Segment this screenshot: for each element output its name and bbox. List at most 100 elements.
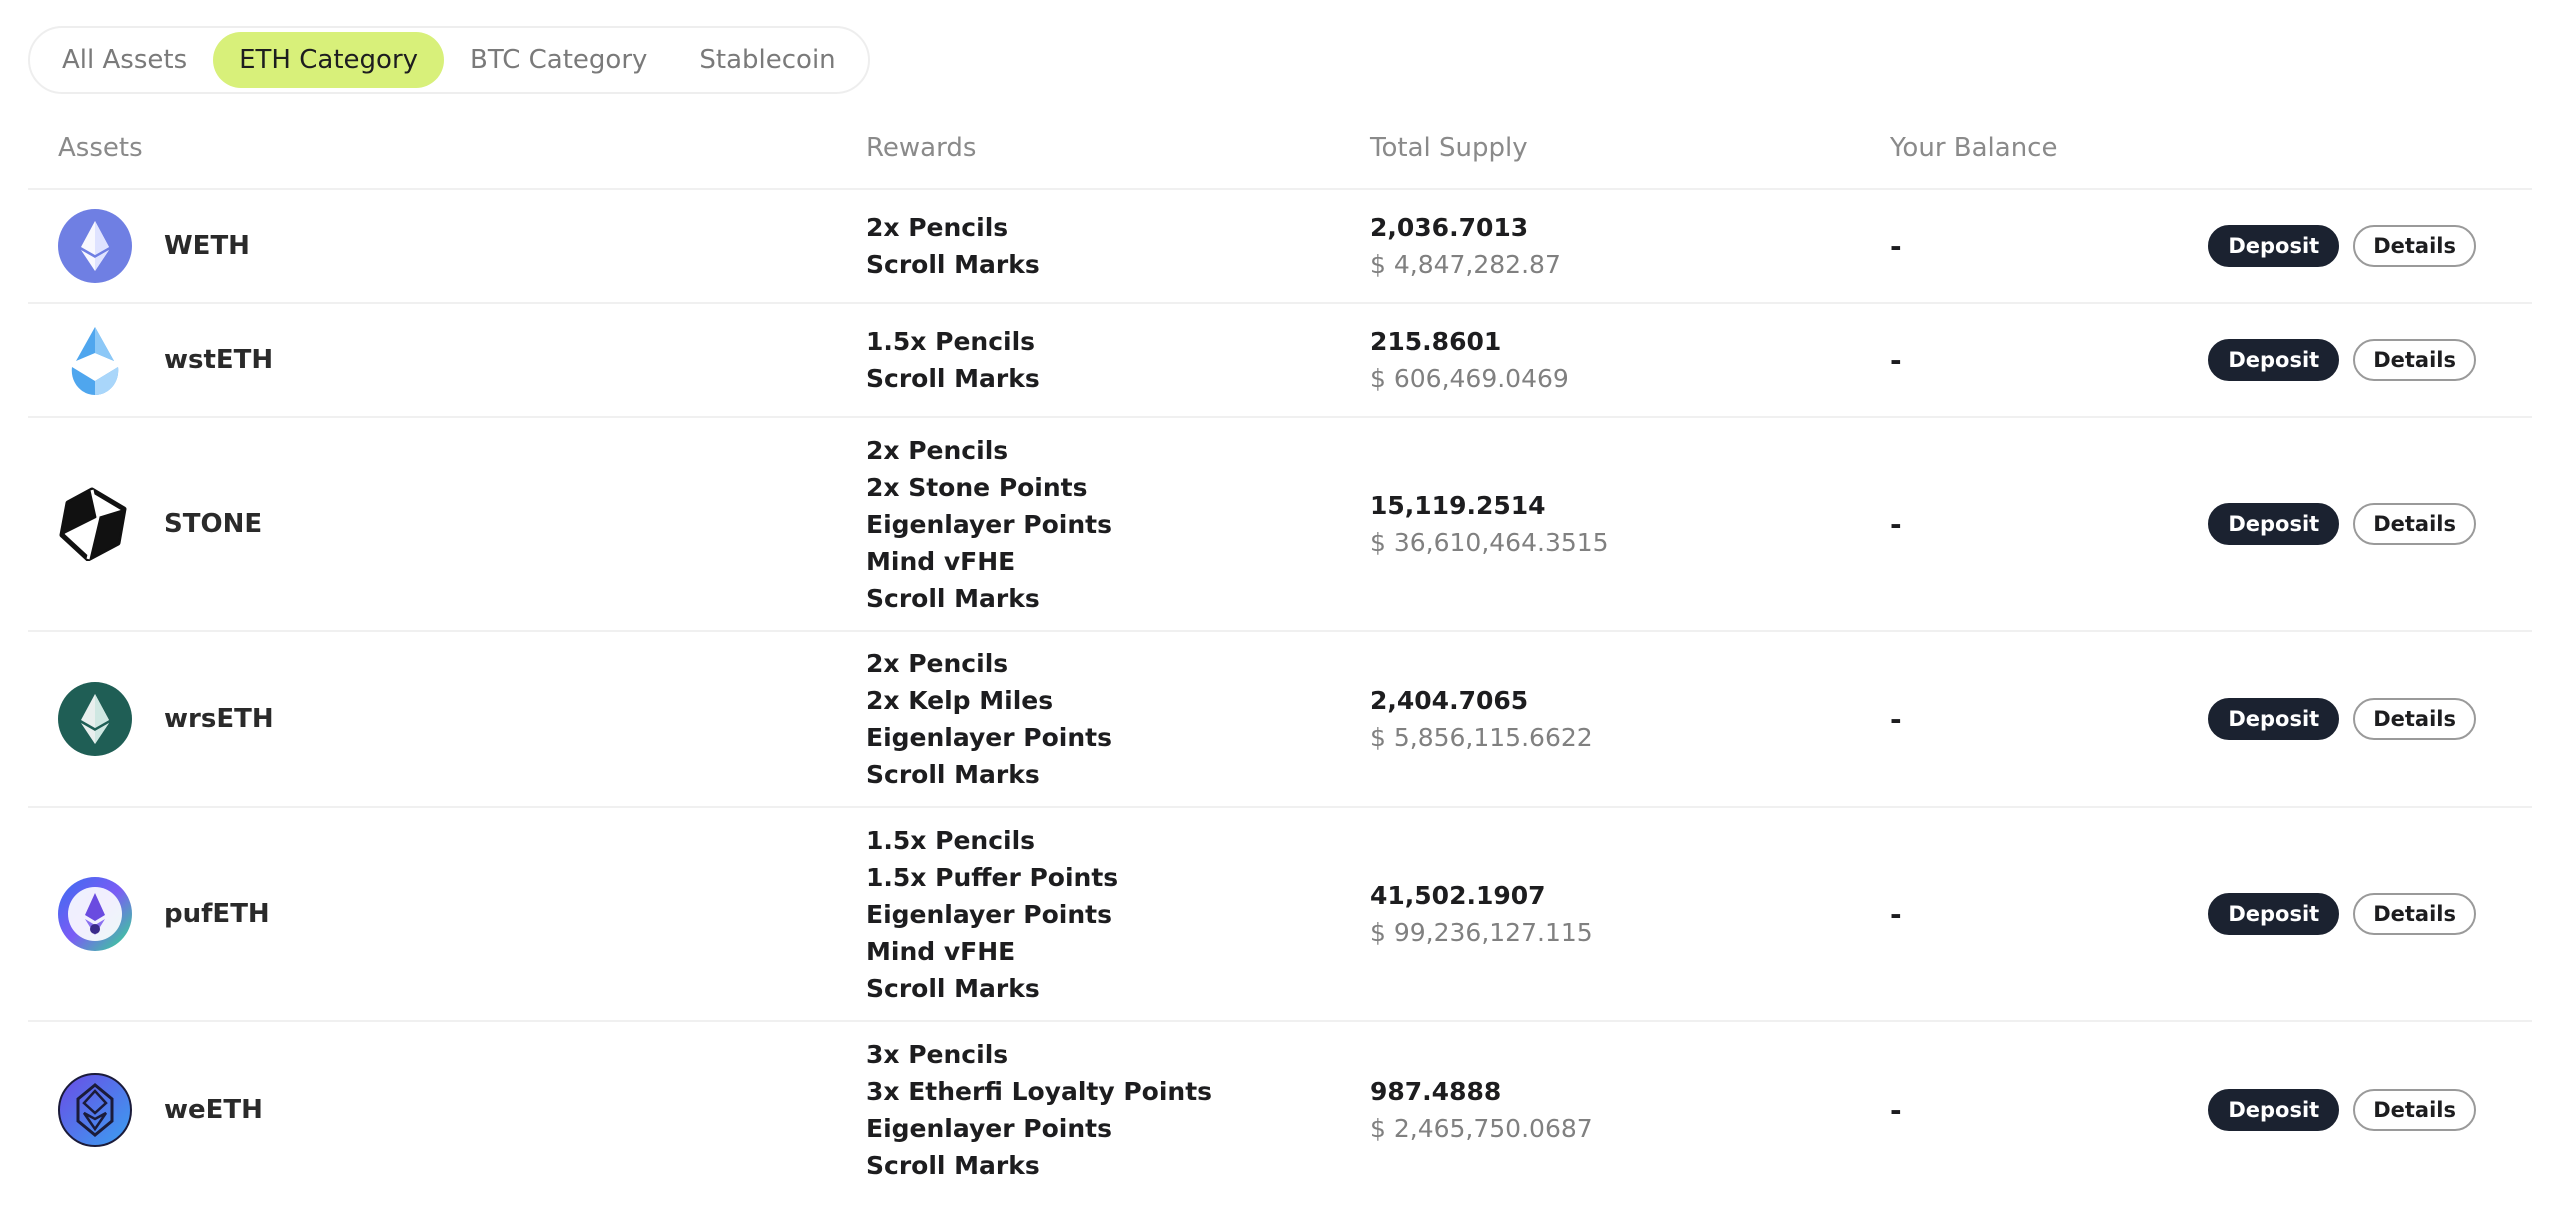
balance-value: - bbox=[1890, 507, 1902, 541]
reward-item: 2x Pencils bbox=[866, 435, 1009, 465]
header-total-supply: Total Supply bbox=[1370, 133, 1528, 163]
tab-btc-category[interactable]: BTC Category bbox=[444, 32, 673, 88]
supply-usd: $ 2,465,750.0687 bbox=[1370, 1114, 1593, 1143]
balance-cell: - bbox=[1890, 304, 2190, 416]
supply-usd: $ 606,469.0469 bbox=[1370, 364, 1569, 393]
deposit-button[interactable]: Deposit bbox=[2208, 339, 2340, 381]
balance-cell: - bbox=[1890, 190, 2190, 302]
reward-item: 1.5x Pencils bbox=[866, 825, 1036, 855]
deposit-button[interactable]: Deposit bbox=[2208, 893, 2340, 935]
details-button[interactable]: Details bbox=[2353, 503, 2476, 545]
table-row: STONE 2x Pencils 2x Stone Points Eigenla… bbox=[28, 418, 2532, 632]
tab-eth-category[interactable]: ETH Category bbox=[213, 32, 445, 88]
balance-value: - bbox=[1890, 897, 1902, 931]
reward-item: 2x Stone Points bbox=[866, 472, 1088, 502]
asset-name: WETH bbox=[164, 231, 250, 261]
tab-all-assets[interactable]: All Assets bbox=[36, 32, 213, 88]
deposit-button[interactable]: Deposit bbox=[2208, 503, 2340, 545]
details-button[interactable]: Details bbox=[2353, 893, 2476, 935]
reward-item: Eigenlayer Points bbox=[866, 723, 1112, 752]
supply-cell: 2,036.7013 $ 4,847,282.87 bbox=[1370, 190, 1870, 302]
asset-name: wrsETH bbox=[164, 704, 274, 734]
details-button[interactable]: Details bbox=[2353, 339, 2476, 381]
reward-item: 2x Pencils bbox=[866, 213, 1009, 242]
weeth-icon bbox=[58, 1073, 132, 1147]
reward-item: 1.5x Pencils bbox=[866, 327, 1036, 356]
actions-cell: Deposit Details bbox=[2208, 1022, 2476, 1198]
reward-item: Scroll Marks bbox=[866, 760, 1040, 789]
weth-icon bbox=[58, 209, 132, 283]
supply-amount: 215.8601 bbox=[1370, 327, 1502, 356]
reward-item: 3x Etherfi Loyalty Points bbox=[866, 1077, 1213, 1106]
deposit-button[interactable]: Deposit bbox=[2208, 698, 2340, 740]
reward-item: 2x Pencils bbox=[866, 649, 1009, 678]
balance-value: - bbox=[1890, 1093, 1902, 1127]
reward-item: Scroll Marks bbox=[866, 583, 1040, 613]
asset-cell: pufETH bbox=[58, 808, 818, 1020]
asset-name: STONE bbox=[164, 509, 263, 539]
rewards-cell: 1.5x Pencils Scroll Marks bbox=[866, 304, 1366, 416]
reward-item: Mind vFHE bbox=[866, 546, 1016, 576]
balance-cell: - bbox=[1890, 418, 2190, 630]
reward-item: Scroll Marks bbox=[866, 364, 1040, 393]
supply-cell: 215.8601 $ 606,469.0469 bbox=[1370, 304, 1870, 416]
header-assets: Assets bbox=[58, 133, 143, 163]
supply-usd: $ 4,847,282.87 bbox=[1370, 250, 1561, 279]
supply-usd: $ 36,610,464.3515 bbox=[1370, 528, 1609, 557]
supply-usd: $ 5,856,115.6622 bbox=[1370, 723, 1593, 752]
supply-cell: 15,119.2514 $ 36,610,464.3515 bbox=[1370, 418, 1870, 630]
actions-cell: Deposit Details bbox=[2208, 304, 2476, 416]
supply-cell: 987.4888 $ 2,465,750.0687 bbox=[1370, 1022, 1870, 1198]
balance-value: - bbox=[1890, 343, 1902, 377]
reward-item: Eigenlayer Points bbox=[866, 1114, 1112, 1143]
asset-cell: wstETH bbox=[58, 304, 818, 416]
rewards-cell: 1.5x Pencils 1.5x Puffer Points Eigenlay… bbox=[866, 808, 1366, 1020]
header-your-balance: Your Balance bbox=[1890, 133, 2058, 163]
details-button[interactable]: Details bbox=[2353, 1089, 2476, 1131]
supply-amount: 987.4888 bbox=[1370, 1077, 1502, 1106]
table-row: WETH 2x Pencils Scroll Marks 2,036.7013 … bbox=[28, 190, 2532, 304]
actions-cell: Deposit Details bbox=[2208, 418, 2476, 630]
asset-cell: STONE bbox=[58, 418, 818, 630]
deposit-button[interactable]: Deposit bbox=[2208, 225, 2340, 267]
rewards-cell: 3x Pencils 3x Etherfi Loyalty Points Eig… bbox=[866, 1022, 1366, 1198]
rewards-cell: 2x Pencils 2x Kelp Miles Eigenlayer Poin… bbox=[866, 632, 1366, 806]
asset-cell: WETH bbox=[58, 190, 818, 302]
actions-cell: Deposit Details bbox=[2208, 190, 2476, 302]
reward-item: Scroll Marks bbox=[866, 1151, 1040, 1180]
balance-cell: - bbox=[1890, 632, 2190, 806]
supply-cell: 2,404.7065 $ 5,856,115.6622 bbox=[1370, 632, 1870, 806]
balance-value: - bbox=[1890, 229, 1902, 263]
details-button[interactable]: Details bbox=[2353, 698, 2476, 740]
supply-amount: 41,502.1907 bbox=[1370, 881, 1546, 910]
stone-icon bbox=[58, 487, 132, 561]
table-row: wstETH 1.5x Pencils Scroll Marks 215.860… bbox=[28, 304, 2532, 418]
rewards-cell: 2x Pencils 2x Stone Points Eigenlayer Po… bbox=[866, 418, 1366, 630]
details-button[interactable]: Details bbox=[2353, 225, 2476, 267]
page: All Assets ETH Category BTC Category Sta… bbox=[0, 0, 2560, 1213]
balance-cell: - bbox=[1890, 1022, 2190, 1198]
balance-value: - bbox=[1890, 702, 1902, 736]
table-row: pufETH 1.5x Pencils 1.5x Puffer Points E… bbox=[28, 808, 2532, 1022]
reward-item: Eigenlayer Points bbox=[866, 899, 1112, 929]
asset-name: weETH bbox=[164, 1095, 263, 1125]
reward-item: 1.5x Puffer Points bbox=[866, 862, 1119, 892]
reward-item: 3x Pencils bbox=[866, 1040, 1009, 1069]
supply-amount: 2,036.7013 bbox=[1370, 213, 1529, 242]
reward-item: Eigenlayer Points bbox=[866, 509, 1112, 539]
table-header: Assets Rewards Total Supply Your Balance bbox=[28, 108, 2532, 190]
reward-item: 2x Kelp Miles bbox=[866, 686, 1054, 715]
asset-name: wstETH bbox=[164, 345, 274, 375]
supply-amount: 15,119.2514 bbox=[1370, 491, 1546, 520]
table-row: weETH 3x Pencils 3x Etherfi Loyalty Poin… bbox=[28, 1022, 2532, 1198]
supply-amount: 2,404.7065 bbox=[1370, 686, 1529, 715]
asset-cell: weETH bbox=[58, 1022, 818, 1198]
assets-table: Assets Rewards Total Supply Your Balance… bbox=[28, 108, 2532, 1198]
deposit-button[interactable]: Deposit bbox=[2208, 1089, 2340, 1131]
actions-cell: Deposit Details bbox=[2208, 808, 2476, 1020]
supply-cell: 41,502.1907 $ 99,236,127.115 bbox=[1370, 808, 1870, 1020]
actions-cell: Deposit Details bbox=[2208, 632, 2476, 806]
reward-item: Scroll Marks bbox=[866, 250, 1040, 279]
wsteth-icon bbox=[58, 323, 132, 397]
tab-stablecoin[interactable]: Stablecoin bbox=[673, 32, 861, 88]
